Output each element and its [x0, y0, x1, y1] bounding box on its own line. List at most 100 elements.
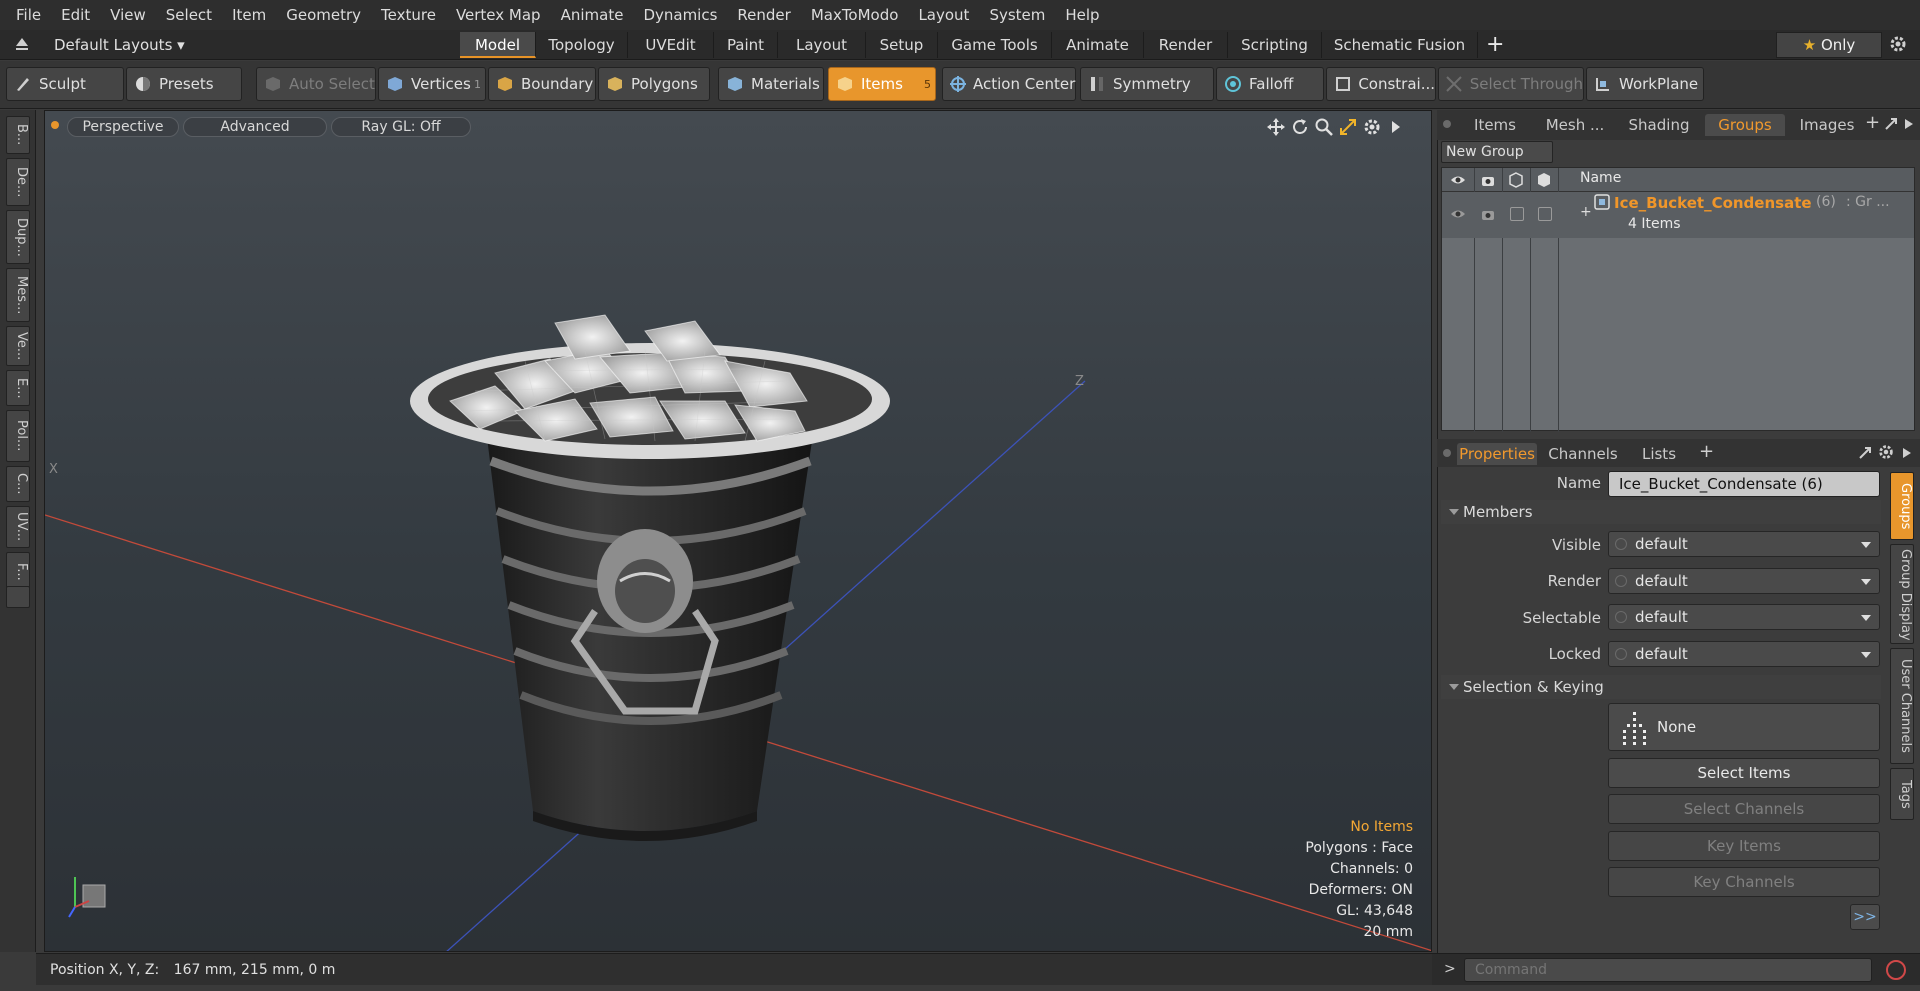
- side-tab-groups[interactable]: Groups: [1890, 472, 1914, 540]
- materials-button[interactable]: Materials: [718, 67, 824, 101]
- command-input[interactable]: [1464, 958, 1872, 982]
- tab-scripting[interactable]: Scripting: [1228, 32, 1322, 58]
- menu-edit[interactable]: Edit: [51, 0, 100, 30]
- tab-mesh[interactable]: Mesh ...: [1537, 114, 1613, 136]
- expand-plus-icon[interactable]: +: [1580, 204, 1592, 220]
- left-tab-e[interactable]: E...: [6, 370, 30, 406]
- tab-properties[interactable]: Properties: [1457, 443, 1537, 465]
- group-name-field[interactable]: [1608, 471, 1880, 497]
- side-tab-tags[interactable]: Tags: [1890, 768, 1914, 820]
- left-tab-b[interactable]: B...: [6, 116, 30, 154]
- menu-render[interactable]: Render: [727, 0, 800, 30]
- layout-dropdown[interactable]: Default Layouts ▾: [54, 30, 185, 60]
- menu-item[interactable]: Item: [222, 0, 276, 30]
- position-value: 167 mm, 215 mm, 0 m: [173, 962, 336, 978]
- tab-items[interactable]: Items: [1459, 114, 1531, 136]
- add-props-tab-icon[interactable]: +: [1699, 441, 1714, 462]
- menu-geometry[interactable]: Geometry: [276, 0, 371, 30]
- menu-vertex-map[interactable]: Vertex Map: [446, 0, 551, 30]
- new-group-button[interactable]: New Group: [1441, 141, 1553, 163]
- 3d-viewport[interactable]: Perspective Advanced Ray GL: Off Z X No …: [44, 110, 1432, 952]
- sculpt-button[interactable]: Sculpt: [6, 67, 124, 101]
- left-tab-uv[interactable]: UV...: [6, 506, 30, 548]
- left-tab-mes[interactable]: Mes...: [6, 268, 30, 322]
- add-tab-button[interactable]: +: [1486, 30, 1504, 60]
- left-strip-button[interactable]: [6, 586, 30, 608]
- constraints-button[interactable]: Constrai...: [1326, 67, 1436, 101]
- tab-groups[interactable]: Groups: [1705, 114, 1785, 136]
- record-icon[interactable]: [1886, 960, 1906, 980]
- boundary-button[interactable]: Boundary: [488, 67, 596, 101]
- menu-help[interactable]: Help: [1055, 0, 1109, 30]
- menu-texture[interactable]: Texture: [371, 0, 446, 30]
- tab-channels[interactable]: Channels: [1543, 443, 1623, 465]
- dot-icon: [1615, 611, 1627, 623]
- props-menu-arrow-icon[interactable]: [1901, 446, 1913, 460]
- side-tab-group-display[interactable]: Group Display: [1890, 544, 1914, 644]
- menu-layout[interactable]: Layout: [908, 0, 979, 30]
- selection-keying-section-header[interactable]: Selection & Keying: [1441, 675, 1881, 699]
- tab-schematic-fusion[interactable]: Schematic Fusion: [1322, 32, 1478, 58]
- polygons-button[interactable]: Polygons: [598, 67, 710, 101]
- none-selector[interactable]: None: [1608, 703, 1880, 751]
- auto-select-button[interactable]: Auto Select: [256, 67, 376, 101]
- vertices-button[interactable]: Vertices 1: [378, 67, 486, 101]
- falloff-button[interactable]: Falloff: [1216, 67, 1324, 101]
- tab-model[interactable]: Model: [460, 32, 536, 58]
- menu-dynamics[interactable]: Dynamics: [633, 0, 727, 30]
- items-button[interactable]: Items 5: [828, 67, 936, 101]
- only-toggle[interactable]: ★ Only: [1776, 32, 1882, 58]
- selectable-dropdown[interactable]: default: [1608, 604, 1880, 630]
- props-expand-icon[interactable]: [1857, 445, 1873, 461]
- key-items-button[interactable]: Key Items: [1608, 831, 1880, 861]
- members-section-header[interactable]: Members: [1441, 500, 1881, 524]
- select-through-button[interactable]: Select Through: [1438, 67, 1584, 101]
- side-tab-user-channels[interactable]: User Channels: [1890, 648, 1914, 764]
- menu-select[interactable]: Select: [156, 0, 222, 30]
- menu-file[interactable]: File: [6, 0, 51, 30]
- select-items-button[interactable]: Select Items: [1608, 758, 1880, 788]
- tab-animate[interactable]: Animate: [1052, 32, 1144, 58]
- select-channels-button[interactable]: Select Channels: [1608, 794, 1880, 824]
- menu-system[interactable]: System: [979, 0, 1055, 30]
- menu-view[interactable]: View: [100, 0, 156, 30]
- tab-lists[interactable]: Lists: [1627, 443, 1691, 465]
- row-eye-icon[interactable]: [1450, 206, 1466, 222]
- menu-animate[interactable]: Animate: [551, 0, 634, 30]
- left-tab-de[interactable]: De...: [6, 158, 30, 206]
- tab-game-tools[interactable]: Game Tools: [938, 32, 1052, 58]
- panel-menu-arrow-icon[interactable]: [1903, 117, 1915, 131]
- gear-icon[interactable]: [1888, 34, 1910, 56]
- tab-layout[interactable]: Layout: [778, 32, 866, 58]
- key-channels-button[interactable]: Key Channels: [1608, 867, 1880, 897]
- menu-maxtomodo[interactable]: MaxToModo: [801, 0, 909, 30]
- presets-button[interactable]: Presets: [126, 67, 242, 101]
- action-center-button[interactable]: Action Center: [942, 67, 1076, 101]
- left-tab-c[interactable]: C...: [6, 466, 30, 502]
- locked-dropdown[interactable]: default: [1608, 641, 1880, 667]
- expand-icon[interactable]: [1883, 116, 1899, 132]
- left-tab-pol[interactable]: Pol...: [6, 410, 30, 462]
- workplane-button[interactable]: WorkPlane: [1586, 67, 1704, 101]
- row-lock-checkbox[interactable]: [1538, 207, 1552, 221]
- collapse-up-icon[interactable]: [14, 35, 30, 55]
- tab-shading[interactable]: Shading: [1617, 114, 1701, 136]
- render-dropdown[interactable]: default: [1608, 568, 1880, 594]
- tab-uvedit[interactable]: UVEdit: [628, 32, 714, 58]
- tab-images[interactable]: Images: [1789, 114, 1865, 136]
- visible-dropdown[interactable]: default: [1608, 531, 1880, 557]
- add-panel-tab-icon[interactable]: +: [1865, 112, 1880, 133]
- group-row[interactable]: + Ice_Bucket_Condensate (6) : Gr ... 4 I…: [1442, 192, 1914, 238]
- tab-setup[interactable]: Setup: [866, 32, 938, 58]
- symmetry-button[interactable]: Symmetry: [1080, 67, 1214, 101]
- left-tab-ve[interactable]: Ve...: [6, 326, 30, 366]
- tab-render[interactable]: Render: [1144, 32, 1228, 58]
- tab-paint[interactable]: Paint: [714, 32, 778, 58]
- row-select-checkbox[interactable]: [1510, 207, 1524, 221]
- selectable-row: Selectable: [1441, 607, 1601, 631]
- tab-topology[interactable]: Topology: [536, 32, 628, 58]
- row-render-icon[interactable]: [1480, 206, 1496, 222]
- more-button[interactable]: >>: [1850, 904, 1880, 930]
- props-gear-icon[interactable]: [1877, 443, 1897, 463]
- left-tab-dup[interactable]: Dup...: [6, 210, 30, 264]
